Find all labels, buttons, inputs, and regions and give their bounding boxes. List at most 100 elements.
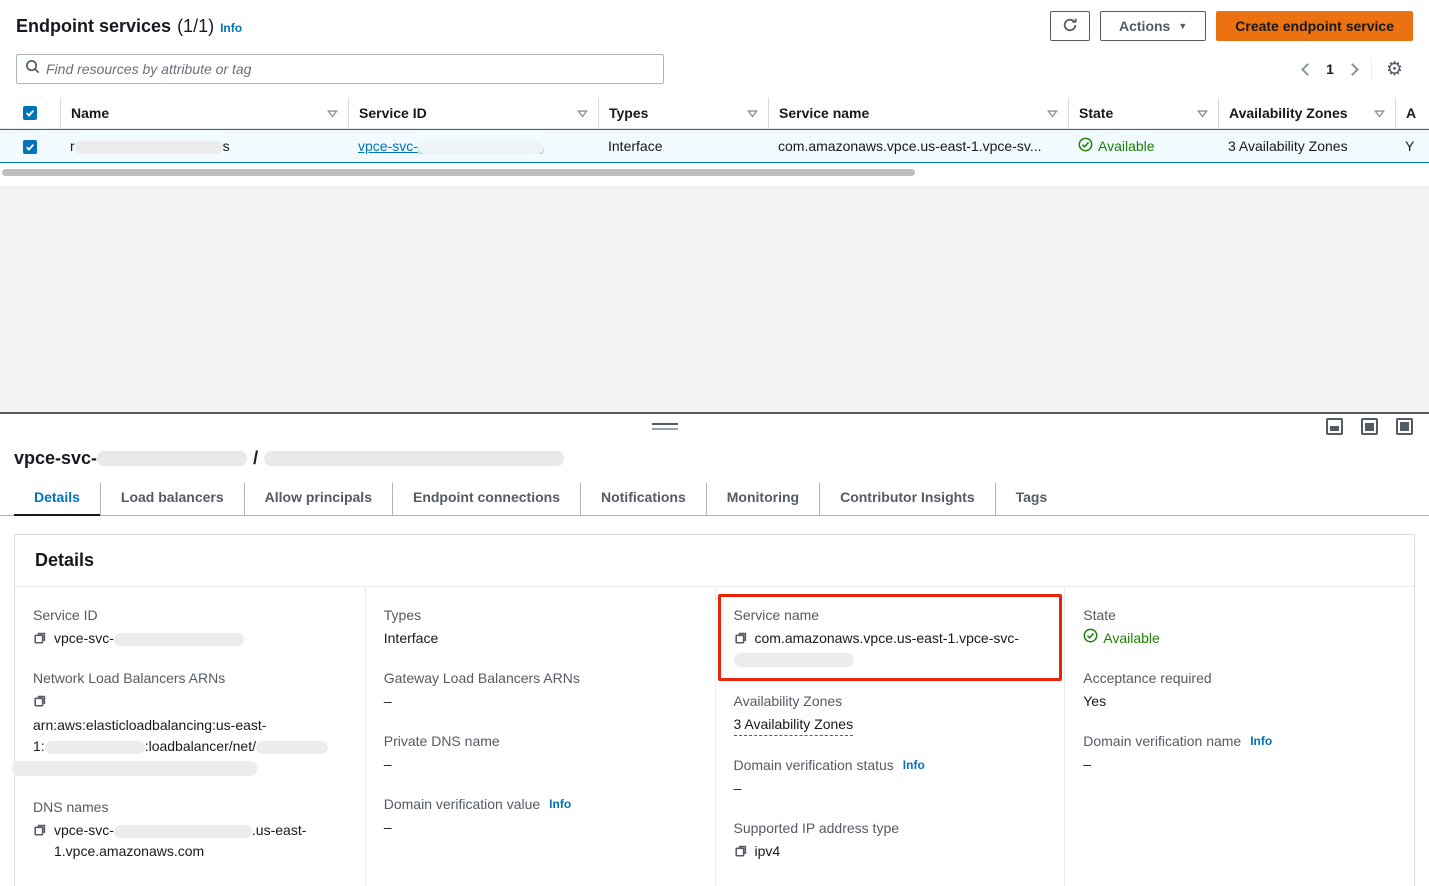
tab-notifications[interactable]: Notifications [581,483,707,515]
field-label: Acceptance required [1083,670,1211,686]
details-card: Details Service ID vpce-svc- Network Loa… [14,534,1415,886]
sort-icon[interactable] [577,108,588,119]
next-page-icon[interactable] [1346,63,1359,76]
field-label: Types [384,607,421,623]
split-panel-size-small-icon[interactable] [1326,418,1343,435]
column-header-types[interactable]: Types [598,98,768,128]
table-header: Name Service ID Types Service name State… [0,98,1429,129]
field-label: Gateway Load Balancers ARNs [384,670,580,686]
redacted-text [418,141,544,154]
actions-button[interactable]: Actions ▼ [1100,11,1206,41]
cell-service-id: vpce-svc- [348,138,598,154]
select-all-checkbox[interactable] [23,106,37,120]
split-panel: vpce-svc- / Details Load balancers Allow… [0,412,1429,886]
split-panel-drag-handle-icon[interactable] [652,423,678,430]
copy-icon[interactable] [33,630,47,645]
column-header-name[interactable]: Name [60,98,348,128]
field-types: Types Interface [384,607,697,649]
copy-icon[interactable] [734,843,748,858]
field-label: Availability Zones [734,693,843,709]
field-label: Domain verification status [734,757,894,773]
availability-zones-popover[interactable]: 3 Availability Zones [734,714,854,736]
tab-endpoint-connections[interactable]: Endpoint connections [393,483,581,515]
column-header-state[interactable]: State [1068,98,1218,128]
sort-icon[interactable] [327,108,338,119]
tab-bar: Details Load balancers Allow principals … [0,483,1429,516]
scrollbar-thumb[interactable] [2,169,915,176]
redacted-text [75,141,223,154]
table-row[interactable]: rs vpce-svc- Interface com.amazonaws.vpc… [0,129,1429,163]
redacted-text [114,633,244,646]
redacted-text [12,761,257,776]
sort-icon[interactable] [1197,108,1208,119]
field-domain-verification-name: Domain verification name Info – [1083,733,1396,775]
redacted-text [734,653,854,667]
details-card-title: Details [15,535,1414,587]
tab-monitoring[interactable]: Monitoring [707,483,820,515]
info-link[interactable]: Info [549,797,571,811]
field-label: Network Load Balancers ARNs [33,670,225,686]
page-title-text: Endpoint services [16,16,171,37]
column-header-acceptance[interactable]: A [1395,98,1429,128]
settings-gear-icon[interactable]: ⚙ [1386,60,1403,79]
copy-icon[interactable] [734,630,748,645]
info-link[interactable]: Info [903,758,925,772]
sort-icon[interactable] [747,108,758,119]
field-private-dns-name: Private DNS name – [384,733,697,775]
field-label: Supported IP address type [734,820,900,836]
availability-zones-popover[interactable]: 3 Availability Zones [1228,138,1348,154]
search-box [16,54,664,84]
info-link[interactable]: Info [1250,734,1272,748]
previous-page-icon[interactable] [1301,63,1314,76]
field-acceptance-required: Acceptance required Yes [1083,670,1396,712]
service-id-link[interactable]: vpce-svc- [358,138,544,154]
tab-tags[interactable]: Tags [996,483,1068,515]
info-link[interactable]: Info [220,21,242,35]
redacted-text [256,741,328,754]
details-column-1: Service ID vpce-svc- Network Load Balanc… [15,587,365,886]
field-service-name: Service name com.amazonaws.vpce.us-east-… [734,607,1047,670]
cell-availability-zones: 3 Availability Zones [1218,138,1395,154]
tab-allow-principals[interactable]: Allow principals [245,483,393,515]
field-label: Service ID [33,607,98,623]
chevron-down-icon: ▼ [1178,21,1187,31]
column-header-service-name[interactable]: Service name [768,98,1068,128]
row-checkbox[interactable] [23,140,37,154]
endpoint-services-panel: Endpoint services (1/1) Info Actions ▼ C… [0,0,1429,187]
redacted-text [45,741,145,754]
field-label: Domain verification value [384,796,540,812]
divider [1371,58,1372,80]
refresh-button[interactable] [1050,11,1090,41]
page-number[interactable]: 1 [1326,61,1334,77]
cell-types: Interface [598,138,768,154]
details-column-3: Service name com.amazonaws.vpce.us-east-… [715,587,1065,886]
column-header-service-id[interactable]: Service ID [348,98,598,128]
column-header-availability-zones[interactable]: Availability Zones [1218,98,1395,128]
field-domain-verification-value: Domain verification value Info – [384,796,697,838]
tab-details[interactable]: Details [14,483,101,515]
field-service-id: Service ID vpce-svc- [33,607,347,649]
field-label: State [1083,607,1116,623]
field-label: DNS names [33,799,108,815]
field-domain-verification-status: Domain verification status Info – [734,757,1047,799]
copy-icon[interactable] [33,693,47,708]
split-panel-size-medium-icon[interactable] [1361,418,1378,435]
cell-name: rs [60,138,348,154]
sort-icon[interactable] [1374,108,1385,119]
tab-load-balancers[interactable]: Load balancers [101,483,245,515]
field-glb-arns: Gateway Load Balancers ARNs – [384,670,697,712]
sort-icon[interactable] [1047,108,1058,119]
create-endpoint-service-button[interactable]: Create endpoint service [1216,11,1413,41]
split-panel-size-large-icon[interactable] [1396,418,1413,435]
horizontal-scrollbar[interactable] [2,169,1419,177]
details-column-2: Types Interface Gateway Load Balancers A… [365,587,715,886]
status-text: Available [1103,628,1160,649]
field-label: Private DNS name [384,733,500,749]
search-input[interactable] [46,61,655,77]
create-button-label: Create endpoint service [1235,18,1394,34]
tab-contributor-insights[interactable]: Contributor Insights [820,483,996,515]
copy-icon[interactable] [33,822,47,837]
field-supported-ip-address-type: Supported IP address type ipv4 [734,820,1047,862]
cell-acceptance: Y [1395,138,1429,154]
status-available-icon [1083,628,1098,649]
